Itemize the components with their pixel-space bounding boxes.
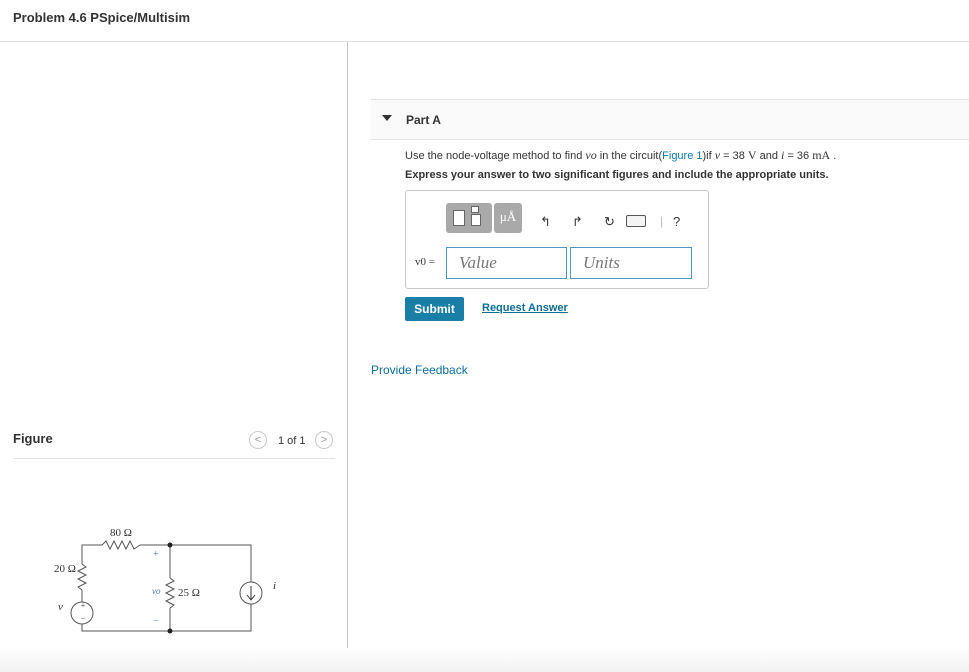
template-block-icon [453, 210, 465, 226]
caret-down-icon[interactable] [382, 115, 392, 121]
part-a-title[interactable]: Part A [406, 113, 441, 127]
units-button[interactable]: μÅ [494, 203, 522, 233]
circuit-wires [81, 544, 252, 632]
keyboard-icon[interactable] [626, 215, 646, 227]
r80-label: 80 Ω [110, 527, 132, 539]
part-a-header[interactable] [371, 99, 969, 140]
units-input[interactable] [570, 247, 692, 279]
page-title: Problem 4.6 PSpice/Multisim [13, 10, 190, 25]
figure-pager-text: 1 of 1 [278, 435, 306, 447]
question-prefix: Use the node-voltage method to find [405, 150, 586, 162]
top-node [167, 542, 173, 548]
figure-heading: Figure [13, 431, 53, 446]
question-mid1: in the circuit( [596, 150, 663, 162]
undo-icon[interactable]: ↰ [540, 214, 551, 230]
resistor-20-ohm [76, 563, 88, 591]
answer-label: v0 = [415, 256, 435, 268]
templates-icon[interactable] [446, 203, 492, 233]
r20-label: 20 Ω [54, 563, 76, 575]
source-i-label: i [273, 580, 276, 592]
vo-minus: − [153, 616, 159, 627]
resistor-80-ohm [101, 539, 141, 551]
provide-feedback-link[interactable]: Provide Feedback [371, 363, 468, 377]
header-divider [0, 41, 969, 42]
circuit-diagram: + − 80 Ω 20 Ω 25 Ω v i vo + − [54, 527, 276, 634]
question-end: . [830, 150, 837, 162]
vo-plus: + [153, 549, 159, 560]
column-divider [347, 42, 348, 672]
question-text: Use the node-voltage method to find vo i… [405, 148, 836, 163]
figure-divider [13, 458, 335, 459]
figure-link[interactable]: Figure 1 [662, 150, 702, 162]
submit-button[interactable]: Submit [405, 297, 464, 321]
help-button[interactable]: ? [673, 214, 680, 229]
template-base-icon [471, 214, 481, 226]
vo-label: vo [152, 586, 161, 596]
request-answer-link[interactable]: Request Answer [482, 302, 568, 314]
i-unit: mA [812, 148, 831, 162]
source-v-label: v [58, 601, 63, 613]
r25-label: 25 Ω [178, 587, 200, 599]
source-plus: + [81, 601, 86, 610]
question-mid2: )if [702, 150, 715, 162]
v-unit: V [747, 148, 757, 162]
template-exponent-icon [471, 206, 479, 213]
resistor-25-ohm [164, 577, 176, 609]
v-equals: = 38 [720, 150, 748, 162]
source-minus: − [80, 613, 85, 623]
reset-icon[interactable]: ↻ [604, 214, 615, 230]
toolbar-separator: | [660, 214, 664, 228]
instruction-text: Express your answer to two significant f… [405, 169, 829, 181]
bottom-node [167, 628, 173, 634]
var-vo: vo [585, 148, 597, 162]
redo-icon[interactable]: ↱ [572, 214, 583, 230]
bottom-fade [0, 648, 969, 672]
i-equals: = 36 [784, 150, 813, 162]
next-figure-button[interactable]: > [315, 431, 333, 449]
value-input[interactable] [446, 247, 567, 279]
and-text: and [756, 150, 782, 162]
prev-figure-button[interactable]: < [249, 431, 267, 449]
